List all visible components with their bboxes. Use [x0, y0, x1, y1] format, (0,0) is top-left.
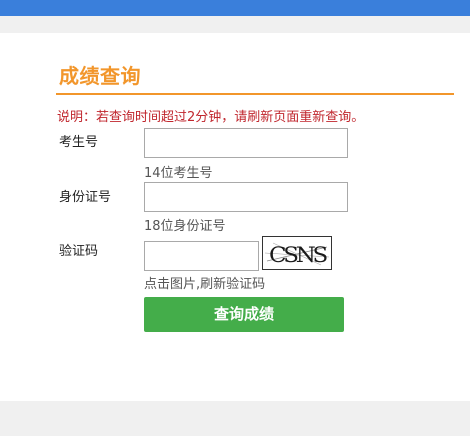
submit-query-button[interactable]: 查询成绩 — [144, 297, 344, 332]
exam-number-label: 考生号 — [59, 135, 99, 150]
page-title: 成绩查询 — [59, 64, 141, 88]
captcha-hint: 点击图片,刷新验证码 — [144, 277, 266, 292]
captcha-label: 验证码 — [59, 244, 99, 259]
exam-number-input[interactable] — [144, 128, 348, 158]
top-bar — [0, 0, 470, 16]
captcha-image[interactable]: CSNS — [262, 236, 332, 270]
title-divider — [56, 93, 454, 95]
id-number-hint: 18位身份证号 — [144, 219, 226, 234]
captcha-input[interactable] — [144, 241, 259, 271]
captcha-text: CSNS — [269, 243, 327, 267]
id-number-input[interactable] — [144, 182, 348, 212]
exam-number-hint: 14位考生号 — [144, 166, 213, 181]
id-number-label: 身份证号 — [59, 190, 112, 205]
notice-text: 说明：若查询时间超过2分钟，请刷新页面重新查询。 — [57, 110, 365, 125]
